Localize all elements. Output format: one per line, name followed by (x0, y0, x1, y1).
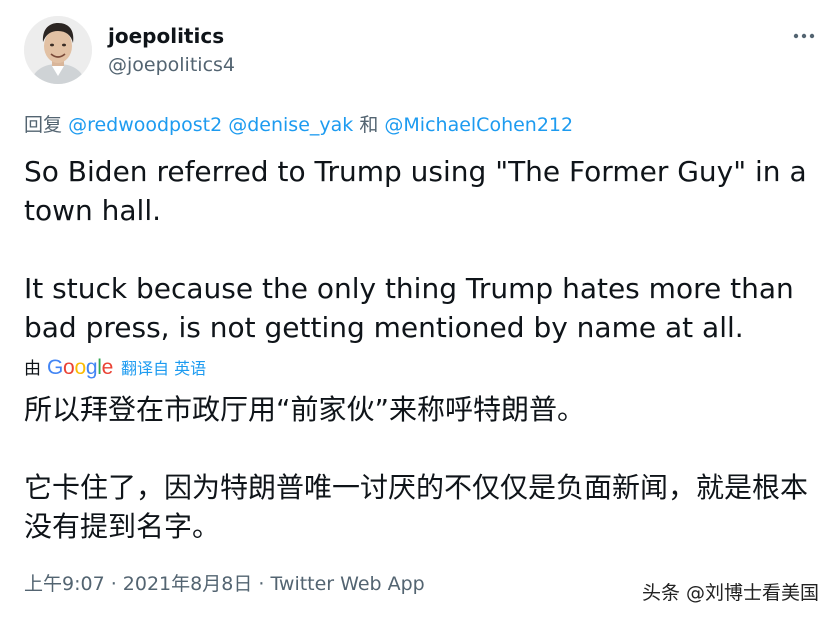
tweet-paragraph: So Biden referred to Trump using "The Fo… (24, 155, 807, 227)
google-logo-letter: e (101, 356, 114, 379)
avatar[interactable] (24, 16, 92, 84)
google-logo-letter: o (63, 356, 75, 379)
translated-paragraph: 所以拜登在市政厅用“前家伙”来称呼特朗普。 (24, 393, 586, 426)
tweet-timestamp: 上午9:07 · 2021年8月8日 · Twitter Web App (24, 569, 425, 596)
google-logo-letter: G (47, 356, 64, 379)
mention-link[interactable]: @denise_yak (228, 114, 353, 136)
user-handle[interactable]: @joepolitics4 (108, 54, 235, 76)
translated-text: 所以拜登在市政厅用“前家伙”来称呼特朗普。 它卡住了，因为特朗普唯一讨厌的不仅仅… (24, 390, 824, 546)
google-logo-letter: g (85, 356, 98, 379)
translated-by-label: 由 (24, 359, 41, 379)
translation-attribution: 由 Google 翻译自 英语 (24, 355, 206, 380)
tweet-paragraph: It stuck because the only thing Trump ha… (24, 272, 794, 344)
reply-prefix: 回复 (24, 114, 63, 136)
display-name[interactable]: joepolitics (108, 24, 224, 48)
mention-link[interactable]: @MichaelCohen212 (384, 114, 573, 136)
google-logo: Google (47, 357, 113, 379)
time-date[interactable]: 上午9:07 · 2021年8月8日 · (24, 573, 270, 595)
more-horizontal-icon[interactable] (793, 26, 815, 46)
translated-paragraph: 它卡住了，因为特朗普唯一讨厌的不仅仅是负面新闻，就是根本没有提到名字。 (24, 471, 809, 543)
avatar-portrait (24, 16, 92, 84)
replying-to-line: 回复 @redwoodpost2 @denise_yak 和 @MichaelC… (24, 110, 573, 137)
tweet-page: joepolitics @joepolitics4 回复 @redwoodpos… (0, 0, 835, 617)
mention-link[interactable]: @redwoodpost2 (68, 114, 222, 136)
tweet-text: So Biden referred to Trump using "The Fo… (24, 152, 824, 347)
watermark: 头条 @刘博士看美国 (641, 582, 819, 604)
source-link[interactable]: Twitter Web App (270, 573, 424, 595)
google-logo-letter: o (74, 356, 86, 379)
translated-from-link[interactable]: 翻译自 英语 (121, 359, 206, 379)
reply-conjunction: 和 (359, 114, 379, 136)
